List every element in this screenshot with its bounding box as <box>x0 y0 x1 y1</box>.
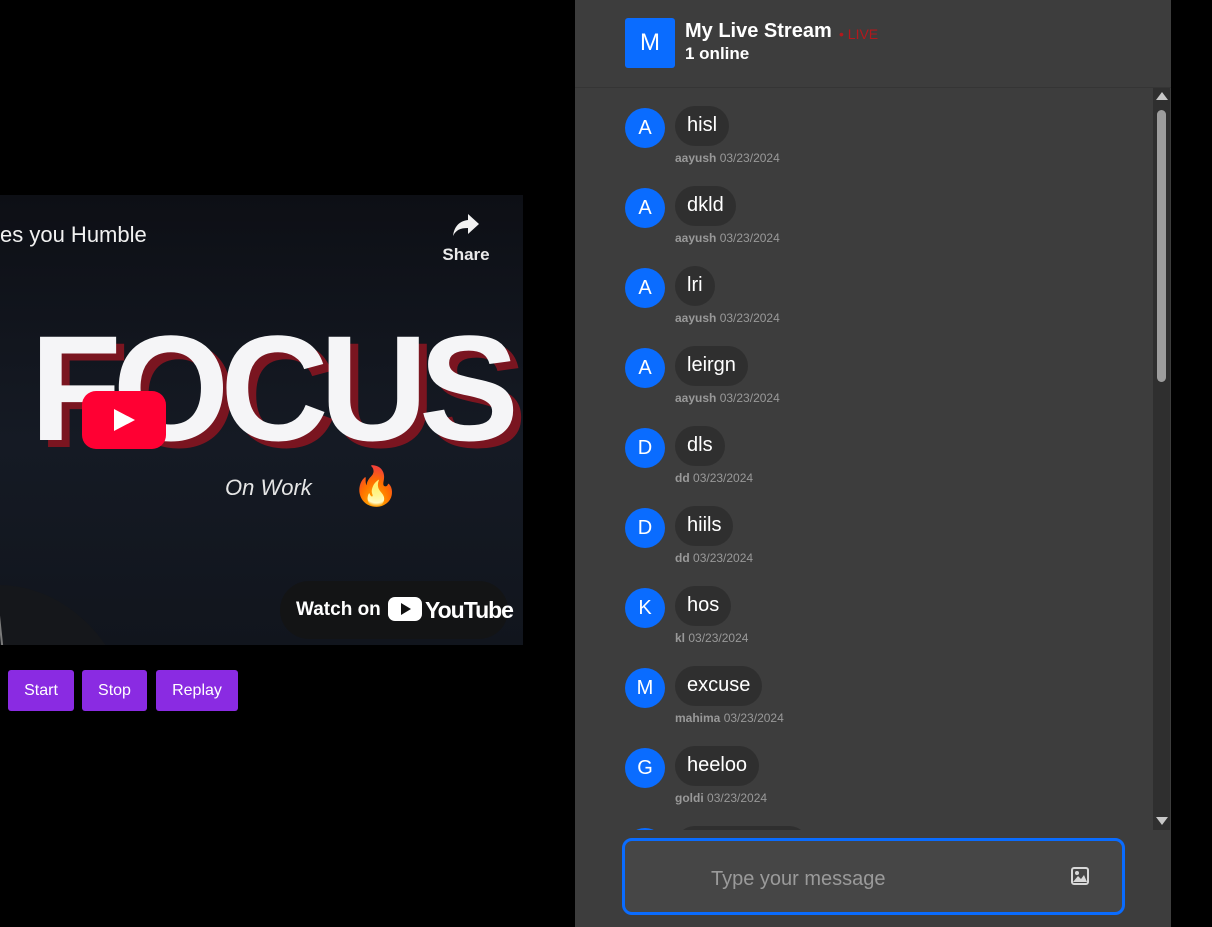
message-date: 03/23/2024 <box>688 631 749 645</box>
start-button[interactable]: Start <box>8 670 74 711</box>
user-avatar: G <box>625 748 665 788</box>
play-button[interactable] <box>82 391 166 449</box>
youtube-logo-icon <box>388 597 422 621</box>
message-composer <box>622 838 1125 915</box>
replay-button[interactable]: Replay <box>156 670 238 711</box>
stream-avatar: M <box>625 18 675 68</box>
live-badge: • LIVE <box>839 26 879 42</box>
message-meta: goldi 03/23/2024 <box>675 791 767 805</box>
message-date: 03/23/2024 <box>719 151 780 165</box>
user-avatar: A <box>625 348 665 388</box>
message-date: 03/23/2024 <box>719 391 780 405</box>
message-meta: aayush 03/23/2024 <box>675 311 780 325</box>
chat-panel: M My Live Stream • LIVE 1 online A hisl … <box>575 0 1171 927</box>
message-user: kl <box>675 631 686 645</box>
video-player[interactable]: es you Humble Share FOCUS On Work 🔥 Watc… <box>0 195 523 645</box>
message-user: dd <box>675 471 690 485</box>
message-list[interactable]: A hisl aayush 03/23/2024 A dkld aayush 0… <box>575 88 1153 830</box>
scroll-down-arrow-icon[interactable] <box>1156 817 1168 825</box>
message-date: 03/23/2024 <box>719 231 780 245</box>
message-bubble: excuse <box>675 666 763 706</box>
stream-title: My Live Stream <box>685 20 832 42</box>
message-bubble: dls <box>675 426 725 466</box>
message-date: 03/23/2024 <box>693 471 754 485</box>
message-date: 03/23/2024 <box>723 711 784 725</box>
message-bubble: heeloo <box>675 746 760 786</box>
message-user: aayush <box>675 311 717 325</box>
user-avatar: A <box>625 268 665 308</box>
user-avatar: M <box>625 668 665 708</box>
message-bubble: hisl <box>675 106 730 146</box>
thumbnail-subline: On Work <box>225 475 312 500</box>
message-user: goldi <box>675 791 704 805</box>
user-avatar: A <box>625 188 665 228</box>
message-user: aayush <box>675 151 717 165</box>
online-count: 1 online <box>685 44 750 63</box>
message-meta: aayush 03/23/2024 <box>675 391 780 405</box>
message-date: 03/23/2024 <box>693 551 754 565</box>
message-user: dd <box>675 551 690 565</box>
share-icon <box>453 214 479 236</box>
message-meta: dd 03/23/2024 <box>675 471 753 485</box>
message-user: aayush <box>675 391 717 405</box>
message-user: mahima <box>675 711 721 725</box>
scroll-thumb[interactable] <box>1157 110 1166 382</box>
message-meta: kl 03/23/2024 <box>675 631 748 645</box>
share-label: Share <box>442 245 490 264</box>
message-meta: aayush 03/23/2024 <box>675 231 780 245</box>
message-bubble <box>675 826 809 830</box>
message-date: 03/23/2024 <box>719 311 780 325</box>
message-bubble: lri <box>675 266 715 306</box>
message-bubble: leirgn <box>675 346 748 386</box>
play-icon <box>114 409 135 431</box>
message-meta: aayush 03/23/2024 <box>675 151 780 165</box>
message-bubble: hiils <box>675 506 734 546</box>
share-button[interactable]: Share <box>440 212 492 265</box>
user-avatar: D <box>625 428 665 468</box>
watch-on-label: Watch on <box>296 599 381 620</box>
watch-on-youtube-button[interactable]: Watch on YouTube <box>280 581 514 639</box>
message-scrollbar[interactable] <box>1153 88 1170 830</box>
scroll-up-arrow-icon[interactable] <box>1156 92 1168 100</box>
message-meta: dd 03/23/2024 <box>675 551 753 565</box>
user-avatar: D <box>625 508 665 548</box>
chat-header: M My Live Stream • LIVE 1 online <box>575 0 1171 88</box>
user-avatar <box>625 828 665 830</box>
message-bubble: dkld <box>675 186 736 226</box>
message-meta: mahima 03/23/2024 <box>675 711 784 725</box>
stop-button[interactable]: Stop <box>82 670 147 711</box>
message-input[interactable] <box>709 863 1043 895</box>
message-user: aayush <box>675 231 717 245</box>
message-date: 03/23/2024 <box>707 791 768 805</box>
video-person-silhouette <box>0 585 135 645</box>
youtube-wordmark: YouTube <box>425 597 514 623</box>
image-upload-icon[interactable] <box>1071 867 1089 885</box>
user-avatar: A <box>625 108 665 148</box>
fire-icon: 🔥 <box>352 466 400 508</box>
user-avatar: K <box>625 588 665 628</box>
message-bubble: hos <box>675 586 732 626</box>
video-title: es you Humble <box>0 222 147 247</box>
